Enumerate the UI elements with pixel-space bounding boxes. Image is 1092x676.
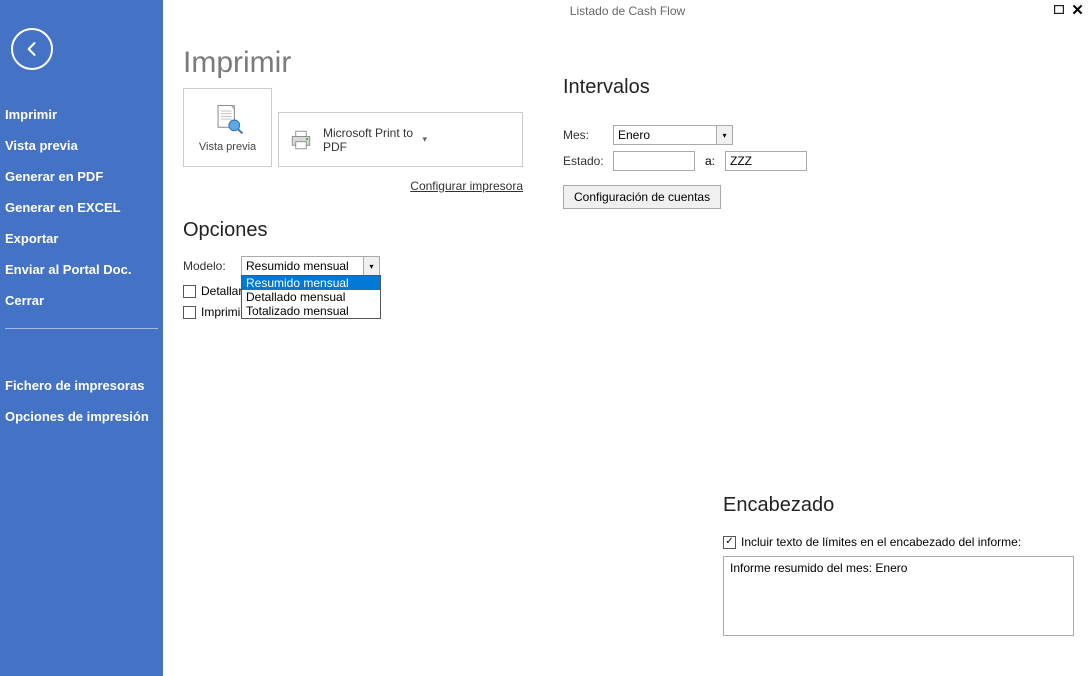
state-label: Estado: [563, 154, 607, 168]
detail-label: Detallar [201, 284, 242, 298]
nav-exportar[interactable]: Exportar [0, 223, 163, 254]
nav-fichero-impresoras[interactable]: Fichero de impresoras [0, 370, 163, 401]
nav-enviar-portal[interactable]: Enviar al Portal Doc. [0, 254, 163, 285]
month-select[interactable]: Enero ▾ [613, 125, 733, 145]
back-button[interactable] [11, 28, 53, 70]
detail-checkbox[interactable] [183, 285, 196, 298]
preview-label: Vista previa [199, 141, 256, 153]
header-heading: Encabezado [723, 494, 1074, 517]
reverse-checkbox[interactable] [183, 306, 196, 319]
include-limits-checkbox[interactable] [723, 536, 736, 549]
model-label: Modelo: [183, 259, 233, 273]
arrow-left-icon [22, 39, 42, 59]
nav-primary: Imprimir Vista previa Generar en PDF Gen… [0, 99, 163, 316]
nav-vista-previa[interactable]: Vista previa [0, 130, 163, 161]
chevron-down-icon: ▾ [363, 256, 380, 276]
model-option-totalizado[interactable]: Totalizado mensual [242, 304, 380, 318]
content-area: Listado de Cash Flow ✕ Imprimir [163, 0, 1092, 676]
header-section: Encabezado Incluir texto de límites en e… [723, 494, 1074, 641]
printer-select[interactable]: Microsoft Print to PDF ▾ [278, 112, 523, 167]
state-to-label: a: [705, 154, 715, 168]
state-from-input[interactable] [613, 151, 695, 171]
printer-icon [287, 126, 315, 154]
chevron-down-icon: ▾ [423, 134, 515, 145]
model-dropdown-list: Resumido mensual Detallado mensual Total… [241, 275, 381, 319]
nav-imprimir[interactable]: Imprimir [0, 99, 163, 130]
config-accounts-button[interactable]: Configuración de cuentas [563, 185, 721, 209]
sidebar: Imprimir Vista previa Generar en PDF Gen… [0, 0, 163, 676]
options-heading: Opciones [183, 219, 523, 242]
nav-cerrar[interactable]: Cerrar [0, 285, 163, 316]
page-heading: Imprimir [183, 46, 523, 80]
model-option-detallado[interactable]: Detallado mensual [242, 290, 380, 304]
month-value: Enero [618, 128, 650, 142]
model-dropdown[interactable]: Resumido mensual ▾ [241, 256, 380, 276]
printer-name: Microsoft Print to PDF [323, 126, 415, 154]
model-option-resumido[interactable]: Resumido mensual [242, 276, 380, 290]
nav-opciones-impresion[interactable]: Opciones de impresión [0, 401, 163, 432]
close-button[interactable]: ✕ [1069, 2, 1086, 17]
nav-generar-pdf[interactable]: Generar en PDF [0, 161, 163, 192]
model-value: Resumido mensual [246, 259, 349, 273]
state-to-input[interactable] [725, 151, 807, 171]
nav-divider [5, 328, 158, 329]
chevron-down-icon: ▾ [716, 125, 733, 145]
month-label: Mes: [563, 128, 607, 142]
window-title: Listado de Cash Flow [570, 4, 685, 18]
header-textarea[interactable] [723, 556, 1074, 636]
maximize-button[interactable] [1050, 2, 1067, 17]
nav-secondary: Fichero de impresoras Opciones de impres… [0, 370, 163, 432]
maximize-icon [1054, 5, 1064, 14]
document-magnifier-icon [210, 102, 246, 138]
title-bar: Listado de Cash Flow ✕ [163, 0, 1092, 30]
preview-button[interactable]: Vista previa [183, 88, 272, 167]
config-printer-link[interactable]: Configurar impresora [410, 179, 523, 193]
intervals-heading: Intervalos [563, 76, 1072, 99]
nav-generar-excel[interactable]: Generar en EXCEL [0, 192, 163, 223]
include-limits-label: Incluir texto de límites en el encabezad… [741, 535, 1021, 549]
